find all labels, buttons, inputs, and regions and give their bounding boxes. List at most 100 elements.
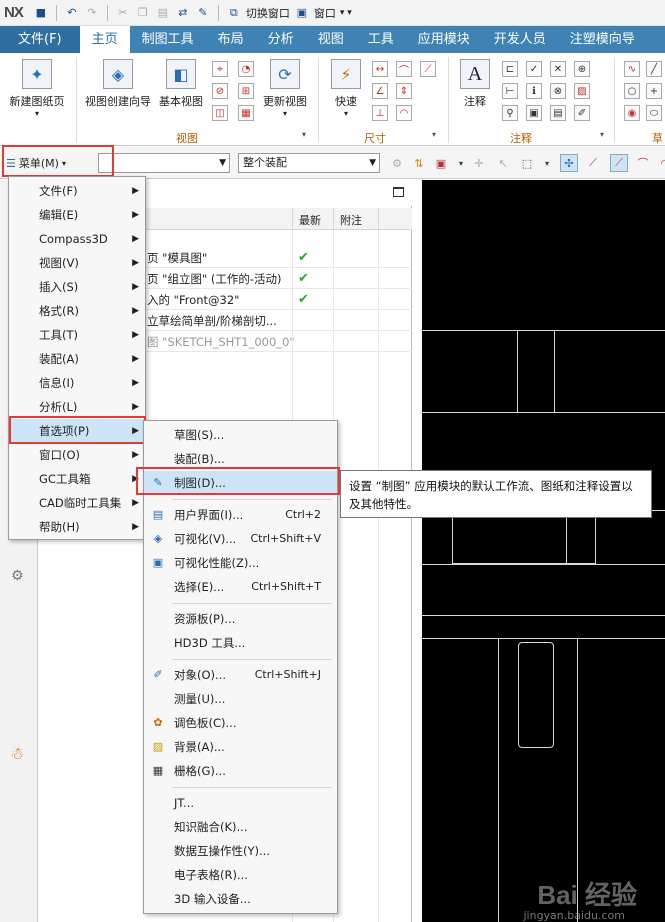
pref-item-jt[interactable]: JT... [144, 791, 337, 815]
projected-view-icon[interactable]: ⌖ [212, 61, 228, 77]
tab-view[interactable]: 视图 [306, 26, 356, 53]
window-icon[interactable]: ▣ [294, 5, 310, 21]
radial-dimension-icon[interactable]: ⌒ [396, 61, 412, 77]
target-icon[interactable]: ◉ [624, 105, 640, 121]
chevron-down-icon[interactable]: ▾ [538, 154, 556, 172]
copy-icon[interactable]: ❐ [135, 5, 151, 21]
select-icon[interactable]: ✛ [470, 154, 488, 172]
menu-item-compass3d[interactable]: Compass3D ▶ [9, 227, 145, 251]
menu-item-format[interactable]: 格式(R) ▶ [9, 299, 145, 323]
menu-item-file[interactable]: 文件(F) ▶ [9, 179, 145, 203]
save-icon[interactable]: ■ [33, 5, 49, 21]
pref-item-grid[interactable]: ▦ 栅格(G)... [144, 759, 337, 783]
menu-item-view[interactable]: 视图(V) ▶ [9, 251, 145, 275]
tab-layout[interactable]: 布局 [206, 26, 256, 53]
weld-symbol-icon[interactable]: ⊢ [502, 83, 518, 99]
switch-window-icon[interactable]: ⧉ [226, 5, 242, 21]
pref-item-visualization[interactable]: ◈ 可视化(V)... Ctrl+Shift+V [144, 527, 337, 551]
snap-icon[interactable]: ▣ [432, 154, 450, 172]
menu-item-help[interactable]: 帮助(H) ▶ [9, 515, 145, 539]
detail-view-icon[interactable]: ◔ [238, 61, 254, 77]
rapid-dimension-button[interactable]: ⚡ 快速 ▾ [326, 59, 366, 118]
view-wizard-button[interactable]: ◈ 视图创建向导 [82, 59, 154, 109]
line-icon[interactable]: ╱ [646, 61, 662, 77]
point-snap-icon[interactable]: ✣ [560, 154, 578, 172]
window-dropdown-icon[interactable]: ▾ ▾ [340, 8, 352, 18]
circle-icon[interactable]: ○ [624, 83, 640, 99]
pref-item-resource-bar[interactable]: 资源板(P)... [144, 607, 337, 631]
undo-icon[interactable]: ↶ [64, 5, 80, 21]
rect-select-icon[interactable]: ⬚ [518, 154, 536, 172]
pref-item-selection[interactable]: 选择(E)... Ctrl+Shift+T [144, 575, 337, 599]
update-view-button[interactable]: ⟳ 更新视图 ▾ [260, 59, 310, 118]
pref-item-spreadsheet[interactable]: 电子表格(R)... [144, 863, 337, 887]
arc-icon[interactable]: ◜ [654, 154, 665, 172]
linear-dimension-icon[interactable]: ↔ [372, 61, 388, 77]
group-dim-dropdown-icon[interactable]: ▾ [432, 130, 436, 139]
resource-icon[interactable]: ⚙ [11, 568, 24, 584]
search-icon[interactable]: ⚲ [502, 105, 518, 121]
display-view-icon[interactable]: ▦ [238, 105, 254, 121]
touch-mode-icon[interactable]: ✎ [195, 5, 211, 21]
menu-item-assembly[interactable]: 装配(A) ▶ [9, 347, 145, 371]
tab-developer[interactable]: 开发人员 [482, 26, 558, 53]
plus-icon[interactable]: + [646, 83, 662, 99]
endpoint-icon[interactable]: ⟋ [584, 154, 602, 172]
tab-tools[interactable]: 工具 [356, 26, 406, 53]
menu-item-gc-toolbox[interactable]: GC工具箱 ▶ [9, 467, 145, 491]
filter-icon[interactable]: ⚙ [388, 154, 406, 172]
pref-item-palette[interactable]: ✿ 调色板(C)... [144, 711, 337, 735]
menu-item-cad-tools[interactable]: CAD临时工具集 ▶ [9, 491, 145, 515]
pref-item-measure[interactable]: 测量(U)... [144, 687, 337, 711]
midpoint-icon[interactable]: ⟋ [610, 154, 628, 172]
menu-item-insert[interactable]: 插入(S) ▶ [9, 275, 145, 299]
centerline-icon[interactable]: ⊕ [574, 61, 590, 77]
view-break-icon[interactable]: ◫ [212, 105, 228, 121]
scope-combo[interactable]: 整个装配 ▼ [238, 153, 380, 173]
arrange-icon[interactable]: ⇅ [410, 154, 428, 172]
tab-drafting-tools[interactable]: 制图工具 [130, 26, 206, 53]
tab-home[interactable]: 主页 [79, 26, 130, 53]
graphics-window[interactable] [422, 180, 665, 922]
pref-item-visualization-performance[interactable]: ▣ 可视化性能(Z)... [144, 551, 337, 575]
note-button[interactable]: A 注释 [454, 59, 496, 109]
arc-length-icon[interactable]: ◠ [396, 105, 412, 121]
base-view-button[interactable]: ◧ 基本视图 [156, 59, 206, 109]
chevron-down-icon[interactable]: ▾ [452, 154, 470, 172]
break-view-icon[interactable]: ⊞ [238, 83, 254, 99]
tab-analysis[interactable]: 分析 [256, 26, 306, 53]
ordinate-dimension-icon[interactable]: ⊥ [372, 105, 388, 121]
section-view-icon[interactable]: ⊘ [212, 83, 228, 99]
tab-file[interactable]: 文件(F) [0, 26, 80, 53]
image-icon[interactable]: ▣ [526, 105, 542, 121]
group-view-dropdown-icon[interactable]: ▾ [302, 130, 306, 139]
new-sheet-button[interactable]: ✦ 新建图纸页 ▾ [6, 59, 68, 118]
ellipse-icon[interactable]: ⬭ [646, 105, 662, 121]
menu-item-info[interactable]: 信息(I) ▶ [9, 371, 145, 395]
maximize-icon[interactable] [393, 187, 404, 197]
window-label[interactable]: 窗口 [314, 5, 336, 21]
pref-item-sketch[interactable]: 草图(S)... [144, 423, 337, 447]
pref-item-hd3d[interactable]: HD3D 工具... [144, 631, 337, 655]
curve-icon[interactable]: ⌒ [634, 154, 652, 172]
pref-item-user-interface[interactable]: ▤ 用户界面(I)... Ctrl+2 [144, 503, 337, 527]
menu-item-tools[interactable]: 工具(T) ▶ [9, 323, 145, 347]
roles-icon[interactable]: ☃ [10, 744, 24, 763]
switch-window-label[interactable]: 切换窗口 [246, 5, 290, 21]
group-note-dropdown-icon[interactable]: ▾ [600, 130, 604, 139]
column-latest[interactable]: 最新 [299, 212, 321, 228]
repeat-command-icon[interactable]: ⇄ [175, 5, 191, 21]
cursor-icon[interactable]: ↖ [494, 154, 512, 172]
chamfer-dimension-icon[interactable]: ⟋ [420, 61, 436, 77]
pref-item-object[interactable]: ✐ 对象(O)... Ctrl+Shift+J [144, 663, 337, 687]
redo-icon[interactable]: ↷ [84, 5, 100, 21]
paste-icon[interactable]: ▤ [155, 5, 171, 21]
menu-item-window[interactable]: 窗口(O) ▶ [9, 443, 145, 467]
type-filter-combo[interactable]: ▼ [98, 153, 230, 173]
pref-item-3d-input[interactable]: 3D 输入设备... [144, 887, 337, 911]
datum-icon[interactable]: ✓ [526, 61, 542, 77]
balloon-icon[interactable]: ℹ [526, 83, 542, 99]
pref-item-interoperability[interactable]: 数据互操作性(Y)... [144, 839, 337, 863]
spline-icon[interactable]: ∿ [624, 61, 640, 77]
hatch-icon[interactable]: ▨ [574, 83, 590, 99]
